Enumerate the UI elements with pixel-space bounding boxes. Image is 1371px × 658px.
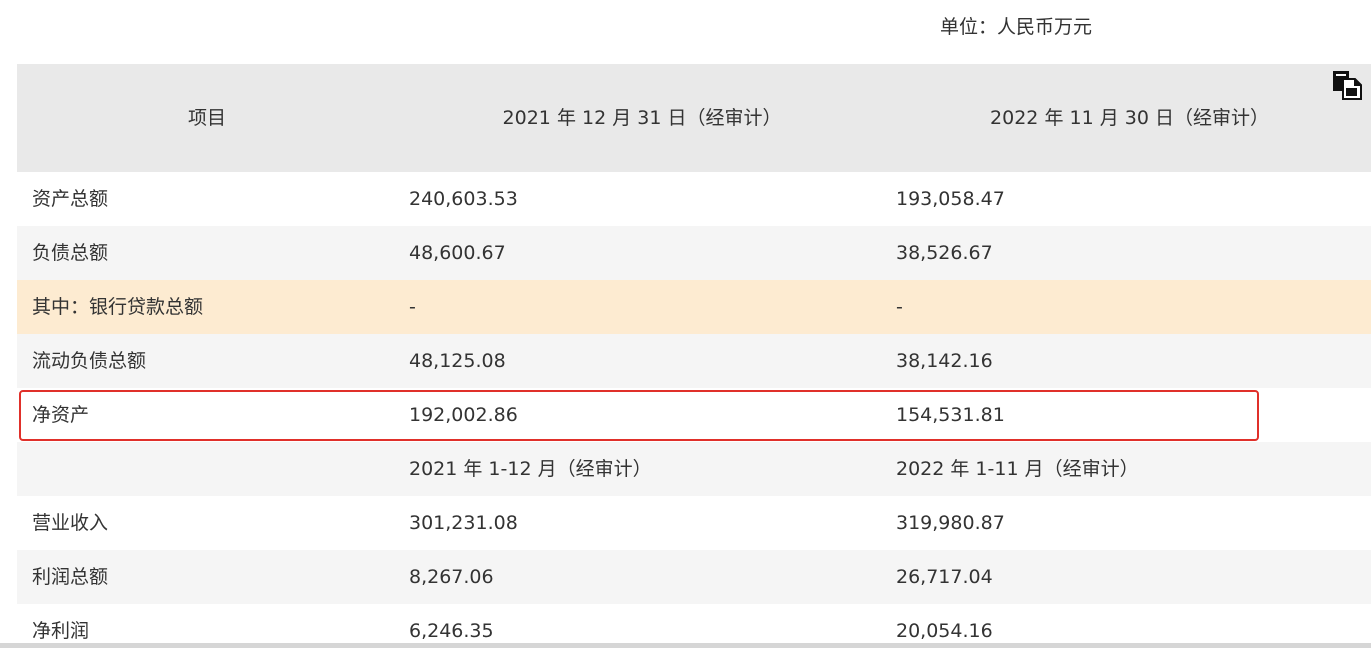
unit-label: 单位：人民币万元 — [940, 16, 1093, 38]
row-label: 资产总额 — [32, 188, 109, 210]
table-row: 营业收入 301,231.08 319,980.87 — [17, 496, 1371, 550]
row-value-2022: 319,980.87 — [896, 512, 1005, 534]
header-2022-11-30: 2022 年 11 月 30 日（经审计） — [990, 107, 1269, 129]
table-period-header-row: 2021 年 1-12 月（经审计） 2022 年 1-11 月（经审计） — [17, 442, 1371, 496]
row-value-2022: 26,717.04 — [896, 566, 993, 588]
header-item: 项目 — [187, 107, 226, 129]
table-row: 净资产 192,002.86 154,531.81 — [17, 388, 1371, 442]
financial-table: 项目 2021 年 12 月 31 日（经审计） 2022 年 11 月 30 … — [17, 64, 1371, 658]
row-value-2022: 38,526.67 — [896, 242, 993, 264]
row-value-2022: 193,058.47 — [896, 188, 1005, 210]
table-header-row: 项目 2021 年 12 月 31 日（经审计） 2022 年 11 月 30 … — [17, 64, 1371, 172]
row-value-2022: 20,054.16 — [896, 620, 993, 642]
table-row: 资产总额 240,603.53 193,058.47 — [17, 172, 1371, 226]
row-value-2021: 8,267.06 — [409, 566, 494, 588]
bottom-divider — [0, 643, 1371, 648]
row-label: 负债总额 — [32, 242, 109, 264]
row-value-2021: 48,600.67 — [409, 242, 506, 264]
row-label: 其中：银行贷款总额 — [32, 296, 204, 318]
row-value-2021: - — [409, 296, 416, 318]
row-value-2021: 301,231.08 — [409, 512, 518, 534]
row-value-2022: 154,531.81 — [896, 404, 1005, 426]
row-value-2021: 240,603.53 — [409, 188, 518, 210]
table-row: 负债总额 48,600.67 38,526.67 — [17, 226, 1371, 280]
row-label: 净资产 — [32, 404, 90, 426]
row-value-2021: 48,125.08 — [409, 350, 506, 372]
row-value-2021: 6,246.35 — [409, 620, 494, 642]
row-label: 营业收入 — [32, 512, 109, 534]
row-value-2022: - — [896, 296, 903, 318]
table-row: 利润总额 8,267.06 26,717.04 — [17, 550, 1371, 604]
row-value-2022: 38,142.16 — [896, 350, 993, 372]
row-label: 利润总额 — [32, 566, 109, 588]
row-label: 流动负债总额 — [32, 350, 147, 372]
period-2022: 2022 年 1-11 月（经审计） — [896, 458, 1139, 480]
table-row-highlighted: 其中：银行贷款总额 - - — [17, 280, 1371, 334]
period-2021: 2021 年 1-12 月（经审计） — [409, 458, 652, 480]
table-row: 净利润 6,246.35 20,054.16 — [17, 604, 1371, 658]
copy-icon[interactable] — [1331, 70, 1363, 100]
header-2021-12-31: 2021 年 12 月 31 日（经审计） — [502, 107, 782, 129]
row-label: 净利润 — [32, 620, 90, 642]
row-value-2021: 192,002.86 — [409, 404, 518, 426]
table-row: 流动负债总额 48,125.08 38,142.16 — [17, 334, 1371, 388]
